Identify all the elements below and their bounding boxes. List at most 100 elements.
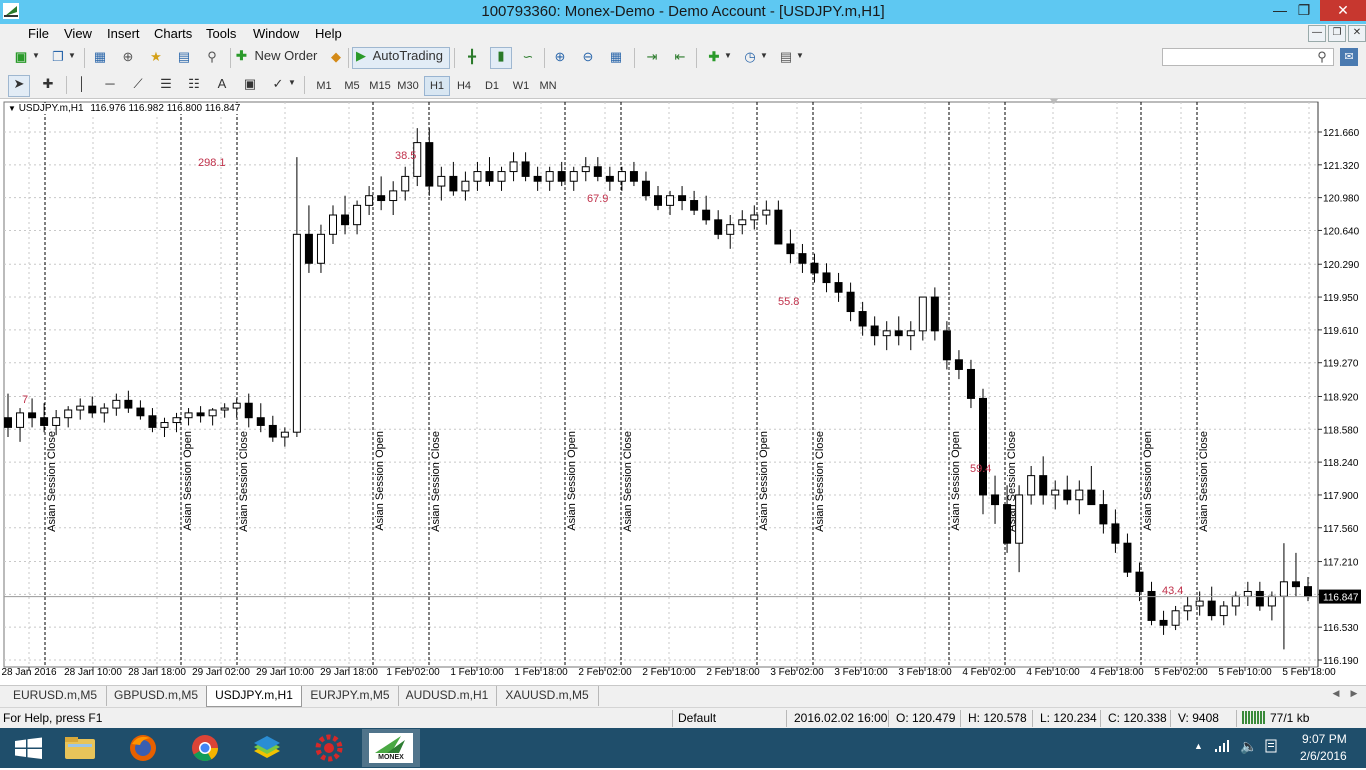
tab-eurusd-m5[interactable]: EURUSD.m,M5: [4, 686, 107, 706]
zoom-in-icon[interactable]: ⊕: [550, 49, 570, 65]
chart-window[interactable]: Asian Session Close Asian Session Open Asi…: [0, 99, 1366, 685]
tab-audusd-h1[interactable]: AUDUSD.m,H1: [398, 686, 497, 706]
tab-usdjpy-h1[interactable]: USDJPY.m,H1: [206, 686, 302, 707]
clock-date[interactable]: 2/6/2016: [1300, 749, 1347, 763]
tab-scroll-left-icon[interactable]: ◀: [1330, 688, 1342, 699]
status-high: H: 120.578: [968, 711, 1027, 725]
new-chart-icon[interactable]: ▣: [10, 49, 32, 67]
show-hidden-icons[interactable]: ▲: [1194, 741, 1203, 751]
timeframe-w1[interactable]: W1: [509, 77, 533, 95]
timeframe-h1[interactable]: H1: [424, 76, 450, 96]
vertical-line-icon[interactable]: │: [72, 76, 92, 91]
arrows-icon[interactable]: ✓: [268, 76, 288, 92]
timeframe-m5[interactable]: M5: [340, 77, 364, 95]
timeframe-m15[interactable]: M15: [367, 77, 393, 95]
trendline-icon[interactable]: ⟋: [128, 76, 148, 92]
search-icon[interactable]: ⚲: [1314, 49, 1330, 65]
timeframe-d1[interactable]: D1: [480, 77, 504, 95]
clock-time[interactable]: 9:07 PM: [1302, 732, 1347, 746]
range-label: 55.8: [778, 296, 799, 308]
timeframe-h4[interactable]: H4: [452, 77, 476, 95]
bar-chart-icon[interactable]: ╋: [462, 49, 482, 65]
menu-charts[interactable]: Charts: [154, 26, 192, 41]
equidistant-channel-icon[interactable]: ☰: [156, 76, 176, 92]
indicators-icon[interactable]: ✚: [704, 49, 724, 65]
tab-eurjpy-m5[interactable]: EURJPY.m,M5: [302, 686, 399, 706]
menu-file[interactable]: File: [28, 26, 49, 41]
chart-menu-icon[interactable]: ▼: [8, 104, 16, 113]
tab-xauusd-m5[interactable]: XAUUSD.m,M5: [496, 686, 599, 706]
templates-dropdown-icon[interactable]: ▼: [796, 51, 804, 60]
chart-ohlc: 116.976 116.982 116.800 116.847: [90, 103, 241, 114]
market-watch-icon[interactable]: ▦: [90, 49, 110, 65]
action-center-icon[interactable]: [1264, 739, 1278, 756]
candlestick-chart-icon[interactable]: ▮: [490, 47, 512, 69]
network-icon[interactable]: [1214, 739, 1230, 756]
periods-clock-icon[interactable]: ◷: [740, 49, 760, 65]
zoom-out-icon[interactable]: ⊖: [578, 49, 598, 65]
timeframe-m30[interactable]: M30: [395, 77, 421, 95]
text-label-icon[interactable]: ▣: [240, 76, 260, 92]
timeframe-m1[interactable]: M1: [312, 77, 336, 95]
candle-body: [1304, 586, 1312, 597]
candle-body: [1159, 619, 1168, 626]
horizontal-line-icon[interactable]: ─: [100, 76, 120, 91]
x-tick-label: 28 Jan 2016: [1, 667, 56, 678]
menu-help[interactable]: Help: [315, 26, 342, 41]
autotrading-button[interactable]: ▶ AutoTrading: [352, 47, 450, 69]
new-order-button[interactable]: ✚ New Order: [236, 48, 322, 68]
auto-scroll-icon[interactable]: ⇥: [642, 49, 662, 65]
templates-icon[interactable]: ▤: [776, 49, 796, 65]
periods-dropdown-icon[interactable]: ▼: [760, 51, 768, 60]
mdi-restore-button[interactable]: ❐: [1328, 25, 1346, 42]
candle-body: [822, 272, 831, 284]
candle-body: [341, 214, 350, 226]
strategy-tester-icon[interactable]: ⚲: [202, 49, 222, 65]
tab-scroll-right-icon[interactable]: ▶: [1348, 688, 1360, 699]
arrows-dropdown-icon[interactable]: ▼: [288, 78, 296, 87]
terminal-icon[interactable]: ▤: [174, 49, 194, 65]
file-explorer-icon[interactable]: [52, 729, 110, 767]
search-input[interactable]: [1162, 48, 1334, 66]
maximize-button[interactable]: ❐: [1292, 0, 1316, 21]
new-chart-dropdown-icon[interactable]: ▼: [32, 51, 40, 60]
mdi-close-button[interactable]: ✕: [1348, 25, 1366, 42]
cursor-icon[interactable]: ➤: [8, 75, 30, 97]
chrome-icon[interactable]: [176, 729, 234, 767]
menu-tools[interactable]: Tools: [206, 26, 236, 41]
chart-shift-icon[interactable]: ⇤: [670, 49, 690, 65]
session-label: Asian Session Close: [238, 431, 250, 532]
tab-gbpusd-m5[interactable]: GBPUSD.m,M5: [106, 686, 207, 706]
profiles-icon[interactable]: ❐: [48, 49, 68, 67]
y-tick-label: 120.290: [1323, 260, 1360, 271]
candle-body: [88, 405, 97, 414]
data-window-icon[interactable]: ⊕: [118, 49, 138, 65]
line-chart-icon[interactable]: ∽: [518, 49, 538, 65]
menu-window[interactable]: Window: [253, 26, 299, 41]
bluestacks-icon[interactable]: [238, 729, 296, 767]
firefox-icon[interactable]: [114, 729, 172, 767]
gear-app-icon[interactable]: [300, 729, 358, 767]
monex-app-icon[interactable]: MONEX: [362, 729, 420, 767]
indicators-dropdown-icon[interactable]: ▼: [724, 51, 732, 60]
menu-insert[interactable]: Insert: [107, 26, 140, 41]
timeframe-mn[interactable]: MN: [536, 77, 560, 95]
text-icon[interactable]: A: [212, 76, 232, 91]
start-button[interactable]: [0, 729, 58, 767]
fibonacci-icon[interactable]: ☷: [184, 76, 204, 92]
menu-view[interactable]: View: [64, 26, 92, 41]
navigator-icon[interactable]: ★: [146, 49, 166, 65]
profiles-dropdown-icon[interactable]: ▼: [68, 51, 76, 60]
candlestick-chart[interactable]: Asian Session Close Asian Session Open Asi…: [0, 99, 1366, 685]
volume-icon[interactable]: 🔈: [1240, 738, 1257, 755]
minimize-button[interactable]: —: [1268, 0, 1292, 21]
candle-body: [329, 214, 337, 235]
crosshair-icon[interactable]: ✚: [38, 76, 58, 92]
candle-body: [1087, 489, 1096, 506]
chat-icon[interactable]: ✉: [1340, 48, 1358, 66]
close-button[interactable]: ✕: [1320, 0, 1366, 21]
tile-windows-icon[interactable]: ▦: [606, 49, 626, 65]
y-tick-label: 121.660: [1323, 128, 1360, 139]
metaeditor-icon[interactable]: ◆: [326, 49, 346, 65]
mdi-minimize-button[interactable]: —: [1308, 25, 1326, 42]
